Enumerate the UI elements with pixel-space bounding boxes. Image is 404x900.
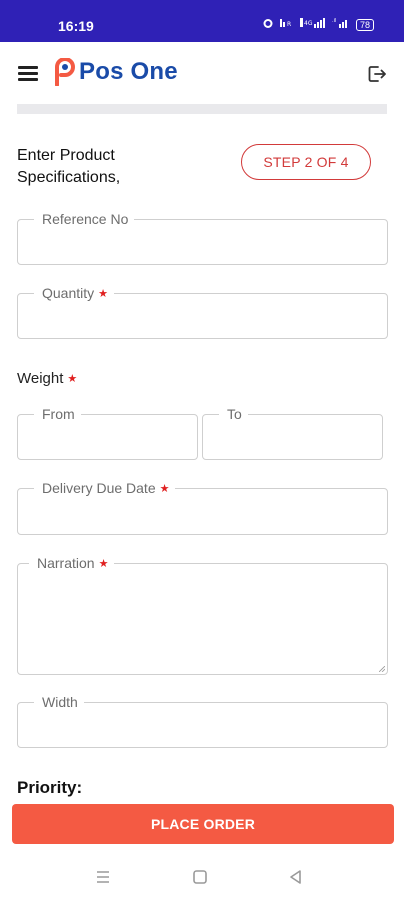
weight-to-label: To: [219, 406, 248, 422]
recent-apps-icon[interactable]: [94, 868, 112, 886]
status-time: 16:19: [58, 18, 94, 34]
weight-label: Weight ★: [17, 370, 78, 387]
cell-signal-icon: .il: [332, 17, 350, 32]
required-star-icon: ★: [67, 373, 78, 385]
page-title: Enter Product Specifications,: [17, 147, 121, 186]
volte-icon: R: [279, 17, 294, 32]
quantity-label: Quantity ★: [34, 285, 115, 301]
logout-icon[interactable]: [366, 63, 388, 85]
home-icon[interactable]: [191, 868, 209, 886]
required-star-icon: ★: [98, 288, 109, 300]
svg-text:.il: .il: [332, 18, 336, 24]
hamburger-menu-icon[interactable]: [18, 66, 38, 81]
wifi-signal-icon: 4G: [299, 17, 326, 32]
app-logo: Pos One: [52, 57, 178, 87]
back-icon[interactable]: [287, 868, 305, 886]
narration-label: Narration ★: [29, 555, 115, 571]
progress-divider: [17, 104, 387, 114]
width-label: Width: [34, 694, 84, 710]
app-header: Pos One: [0, 42, 404, 104]
battery-icon: 78: [355, 18, 374, 31]
status-bar: 16:19 R 4G .il 78: [0, 0, 404, 42]
app-name: Pos One: [79, 58, 178, 85]
reference-no-label: Reference No: [34, 211, 135, 227]
svg-text:4G: 4G: [304, 20, 313, 27]
place-order-button[interactable]: PLACE ORDER: [12, 804, 394, 844]
logo-mark-icon: [52, 57, 78, 87]
narration-textarea[interactable]: [18, 564, 387, 674]
svg-text:R: R: [287, 21, 291, 28]
required-star-icon: ★: [98, 558, 109, 570]
narration-field[interactable]: Narration ★: [17, 555, 388, 675]
quantity-field[interactable]: Quantity ★: [17, 285, 388, 339]
width-field[interactable]: Width: [17, 694, 388, 748]
weight-from-label: From: [34, 406, 81, 422]
status-icons: R 4G .il 78: [262, 17, 374, 32]
resize-handle-icon[interactable]: [379, 666, 385, 672]
reference-no-field[interactable]: Reference No: [17, 211, 388, 265]
alarm-icon: [262, 17, 274, 32]
priority-label: Priority:: [17, 778, 83, 797]
delivery-due-date-field[interactable]: Delivery Due Date ★: [17, 480, 388, 535]
step-badge: STEP 2 OF 4: [241, 144, 371, 180]
delivery-due-date-label: Delivery Due Date ★: [34, 480, 176, 496]
system-nav-bar: [0, 852, 404, 900]
required-star-icon: ★: [159, 483, 170, 495]
weight-to-field[interactable]: To: [202, 406, 383, 460]
weight-from-field[interactable]: From: [17, 406, 198, 460]
